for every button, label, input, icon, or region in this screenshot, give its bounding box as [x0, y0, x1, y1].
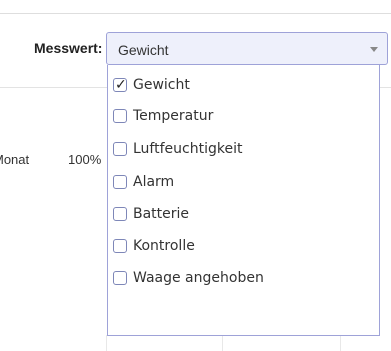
option-alarm[interactable]: Alarm: [113, 171, 174, 193]
measure-dropdown-list: ✓ Gewicht Temperatur Luftfeuchtigkeit Al…: [107, 65, 380, 336]
option-gewicht[interactable]: ✓ Gewicht: [113, 74, 190, 96]
option-label: Gewicht: [133, 77, 190, 93]
top-divider: [0, 13, 391, 14]
table-cell-month: Monat: [0, 152, 30, 167]
column-line: [340, 335, 341, 351]
chevron-down-icon[interactable]: [370, 47, 378, 52]
table-cell-percent: 100%: [68, 152, 102, 167]
page: Messwert: Gewicht Monat 100% ✓ Gewicht T…: [0, 0, 391, 351]
option-label: Waage angehoben: [133, 270, 264, 286]
option-checkbox[interactable]: [113, 239, 127, 253]
option-label: Luftfeuchtigkeit: [133, 141, 243, 157]
option-label: Batterie: [133, 206, 190, 222]
option-checkbox[interactable]: [113, 142, 127, 156]
option-checkbox[interactable]: [113, 271, 127, 285]
measure-select[interactable]: Gewicht: [106, 32, 388, 65]
measure-label: Messwert:: [34, 40, 103, 56]
column-line: [106, 335, 107, 351]
measure-select-value: Gewicht: [118, 42, 169, 58]
option-waage-angehoben[interactable]: Waage angehoben: [113, 267, 264, 289]
option-checkbox[interactable]: ✓: [113, 76, 127, 92]
column-line: [222, 335, 223, 351]
option-batterie[interactable]: Batterie: [113, 203, 189, 225]
option-checkbox[interactable]: [113, 207, 127, 221]
option-temperatur[interactable]: Temperatur: [113, 105, 213, 127]
option-label: Temperatur: [133, 108, 214, 124]
option-label: Alarm: [133, 174, 175, 190]
option-checkbox[interactable]: [113, 109, 127, 123]
checkmark-icon: ✓: [115, 76, 127, 92]
option-checkbox[interactable]: [113, 175, 127, 189]
option-kontrolle[interactable]: Kontrolle: [113, 235, 195, 257]
option-label: Kontrolle: [133, 238, 195, 254]
option-luftfeuchtigkeit[interactable]: Luftfeuchtigkeit: [113, 138, 242, 160]
